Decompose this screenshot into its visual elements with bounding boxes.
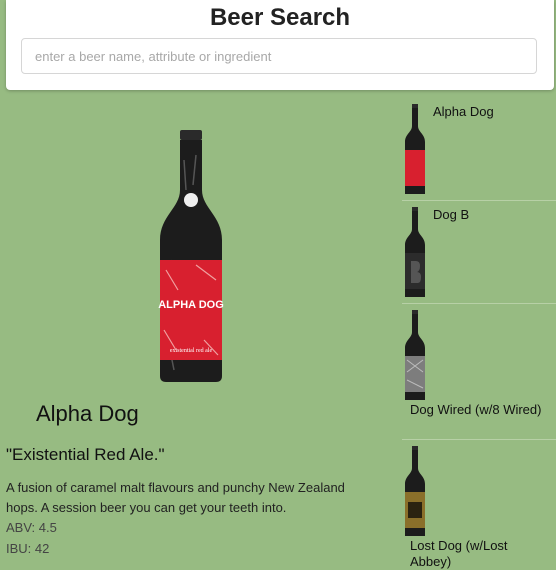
list-item-name: Dog Wired (w/8 Wired) [410, 402, 542, 417]
detail-tagline: "Existential Red Ale." [6, 445, 165, 464]
beer-thumbnail [405, 310, 425, 400]
list-item-name: Lost Dog (w/Lost Abbey) [410, 538, 508, 569]
list-item-alpha-dog[interactable]: Alpha Dog [400, 98, 556, 201]
beer-results-list: Alpha Dog Dog B Dog Wired (w/8 Wired) Lo… [400, 98, 556, 570]
detail-ibu: IBU: 42 [6, 541, 50, 556]
detail-beer-name: Alpha Dog [36, 401, 139, 426]
detail-abv: ABV: 4.5 [6, 520, 57, 535]
beer-thumbnail [405, 446, 425, 536]
app-title: Beer Search [209, 4, 351, 31]
beer-thumbnail [405, 104, 425, 194]
beer-thumbnail [405, 207, 425, 297]
detail-bottle-image: ALPHA DOG existential red ale [158, 130, 224, 382]
search-header: Beer Search [6, 0, 554, 90]
list-item-name: Dog B [433, 207, 470, 222]
detail-description: A fusion of caramel malt flavours and pu… [6, 480, 345, 515]
list-item-lost-dog[interactable]: Lost Dog (w/Lost Abbey) [400, 440, 556, 570]
list-item-dog-b[interactable]: Dog B [400, 201, 556, 304]
list-item-dog-wired[interactable]: Dog Wired (w/8 Wired) [400, 304, 556, 440]
svg-text:existential red ale: existential red ale [170, 348, 213, 354]
list-item-name: Alpha Dog [433, 104, 494, 119]
beer-search-input[interactable] [21, 38, 537, 74]
svg-text:ALPHA DOG: ALPHA DOG [158, 299, 224, 311]
